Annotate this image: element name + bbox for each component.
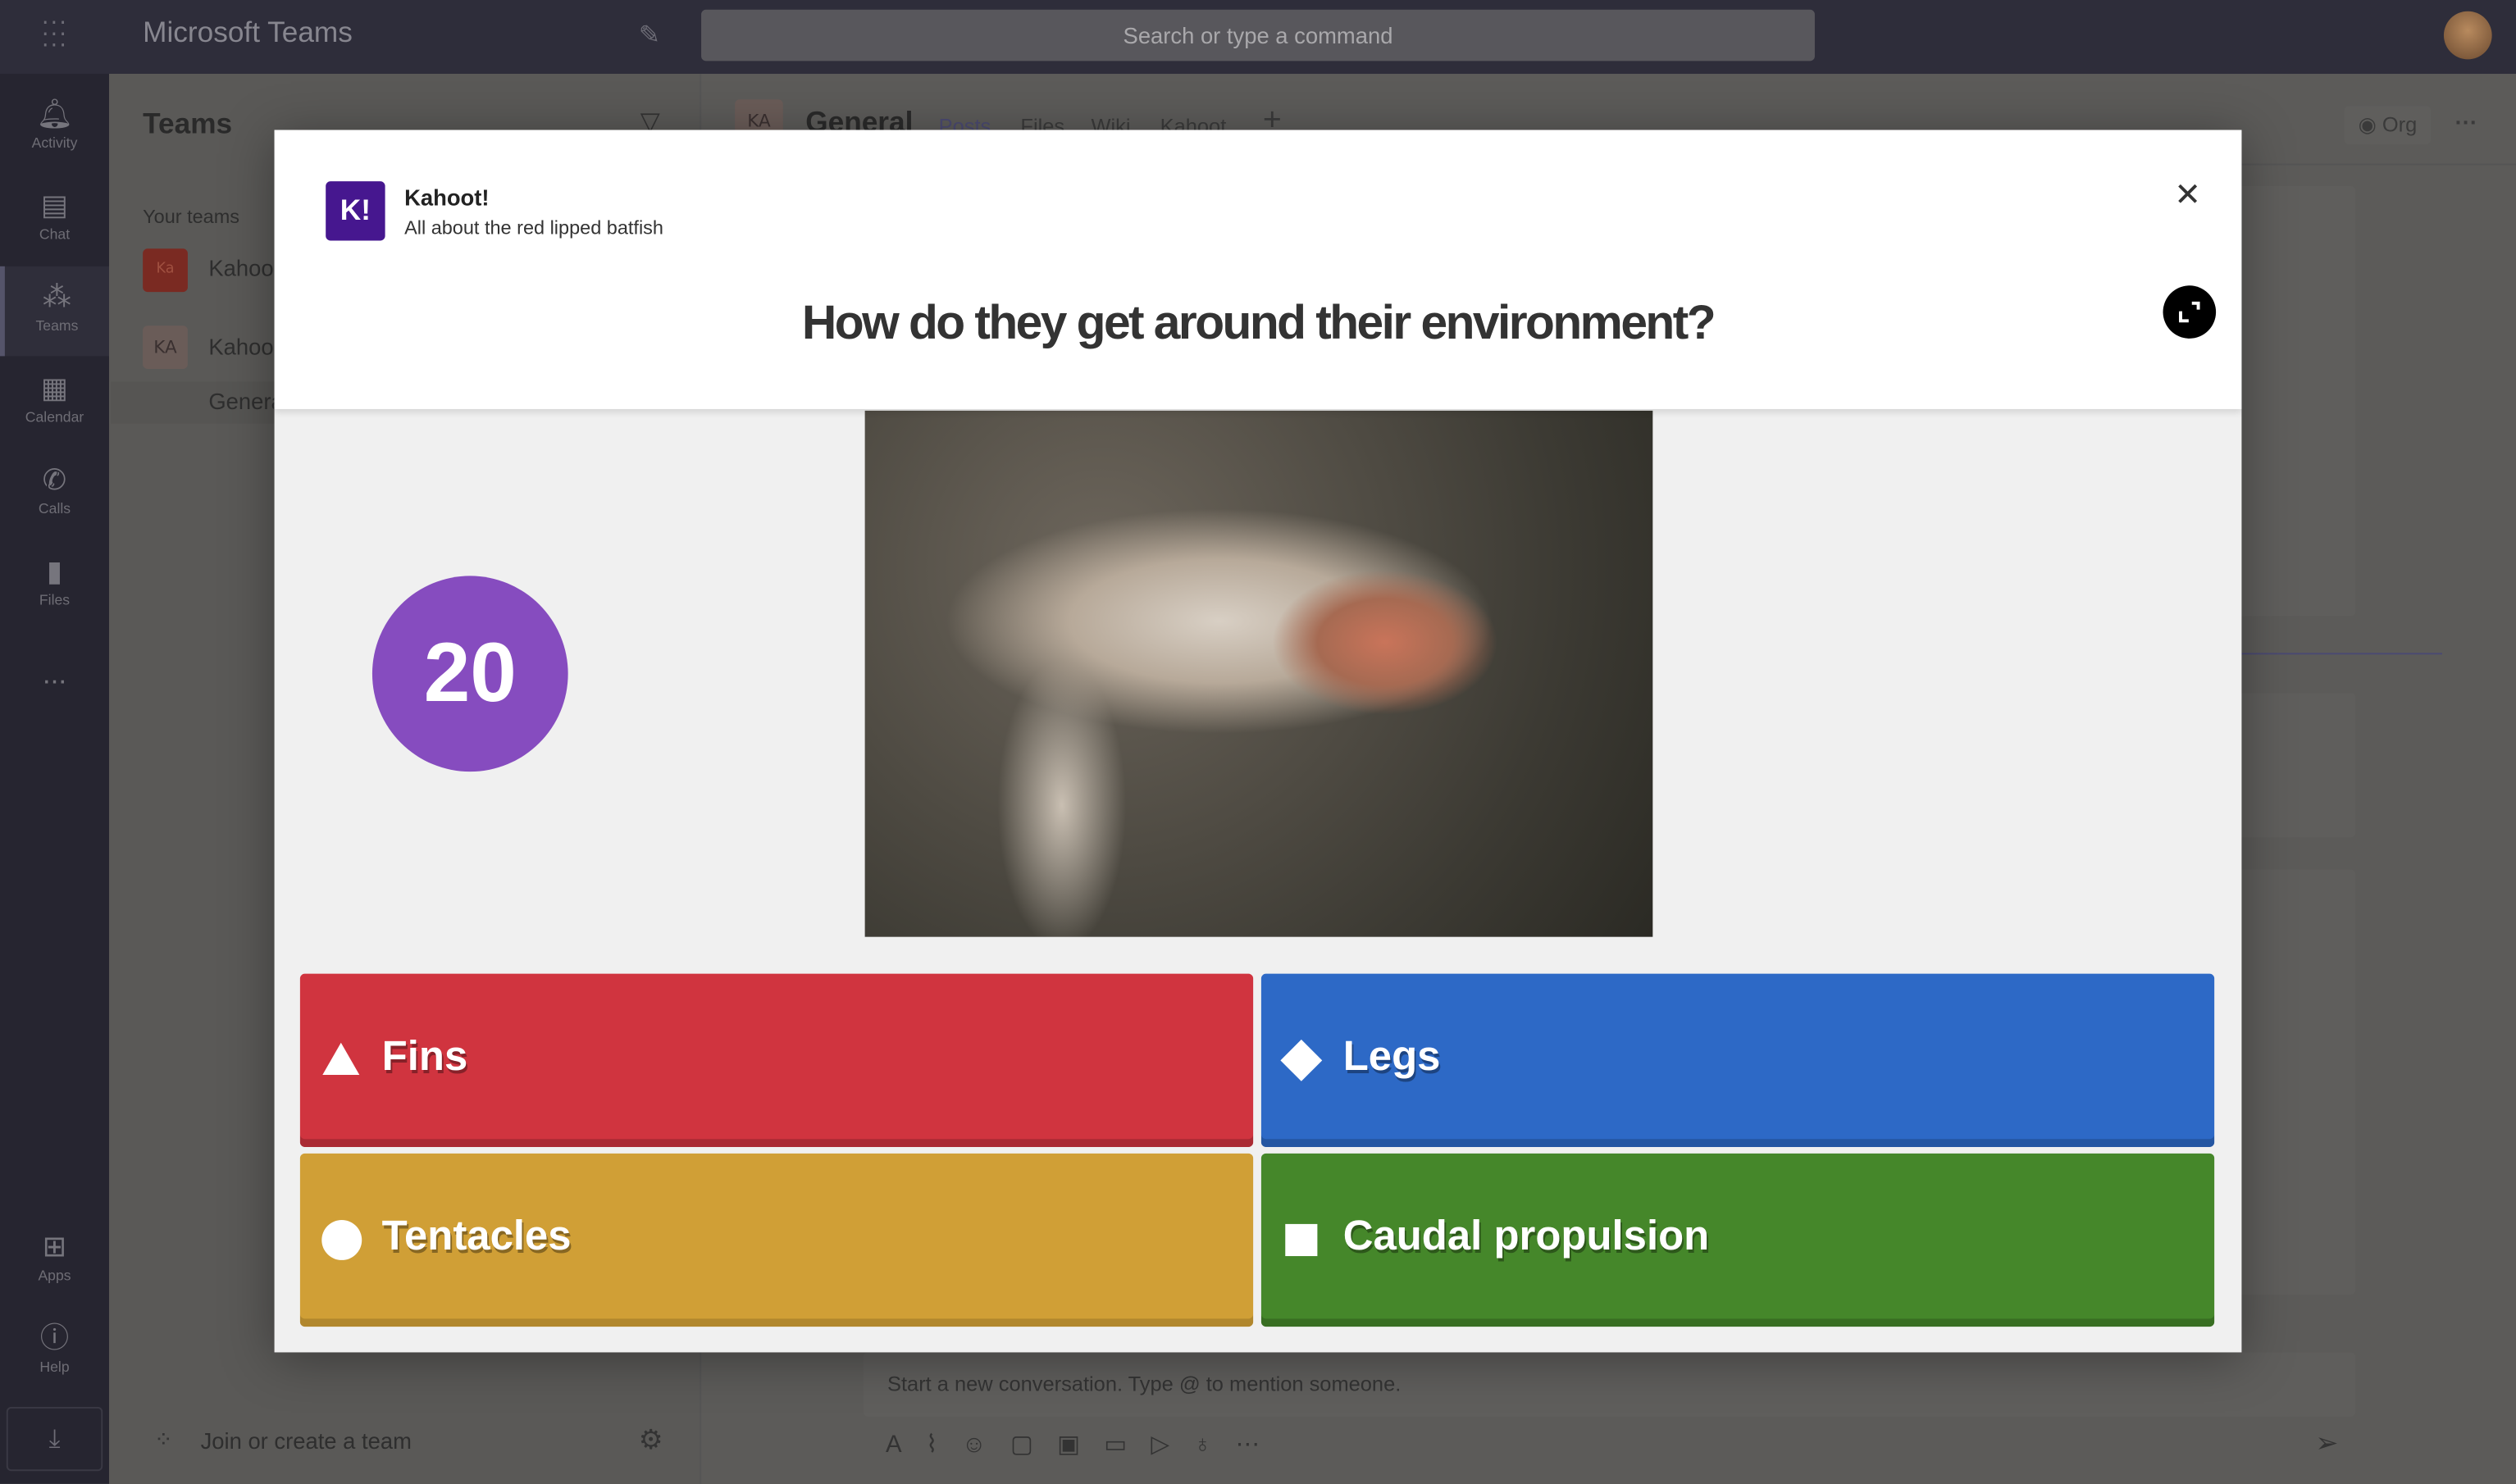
compose-icon[interactable]: ✎ — [639, 19, 660, 49]
org-button[interactable]: ◉ Org — [2344, 106, 2432, 145]
rail-apps[interactable]: ⊞ Apps — [0, 1216, 109, 1306]
rail-label: Activity — [31, 134, 78, 151]
rail-calendar[interactable]: ▦ Calendar — [0, 357, 109, 448]
dialog-header: K! Kahoot! All about the red lipped batf… — [274, 130, 2242, 409]
more-icon: ... — [42, 658, 67, 690]
new-messages-line — [2241, 653, 2442, 655]
team-item[interactable]: Kahoo — [208, 255, 273, 280]
sidebar-title: Teams — [143, 107, 233, 140]
emoji-icon[interactable]: ☺ — [962, 1431, 1010, 1458]
channel-item[interactable]: Genera — [208, 389, 283, 414]
rail-files[interactable]: ▮ Files — [0, 540, 109, 630]
compose-toolbar: A⌇☺▢▣▭▷♁⋯ — [886, 1429, 1283, 1458]
rail-chat[interactable]: ▤ Chat — [0, 175, 109, 265]
rail-label: Teams — [35, 317, 79, 334]
rail-teams[interactable]: ⁂ Teams — [0, 266, 110, 357]
kahoot-logo: K! — [326, 181, 385, 241]
more-icon[interactable]: ⋯ — [1236, 1431, 1284, 1458]
answer-label: Tentacles — [381, 1211, 572, 1259]
rail-label: Files — [39, 591, 71, 608]
answer-button-legs[interactable]: Legs — [1260, 973, 2215, 1147]
team-avatar: Ka — [143, 248, 188, 293]
app-launcher-icon[interactable]: ··· ··· ··· — [42, 13, 68, 58]
rail-label: Chat — [39, 225, 71, 243]
sticker-icon[interactable]: ▣ — [1057, 1431, 1104, 1458]
diamond-icon — [1280, 1039, 1323, 1081]
send-icon[interactable]: ➢ — [2315, 1427, 2338, 1459]
team-avatar: KA — [143, 325, 188, 370]
meet-icon[interactable]: ▭ — [1104, 1431, 1151, 1458]
apps-icon: ⊞ — [42, 1230, 67, 1263]
compose-input[interactable]: Start a new conversation. Type @ to ment… — [887, 1372, 1401, 1395]
rail-label: Calendar — [25, 408, 84, 426]
join-create-team[interactable]: Join or create a team — [201, 1427, 412, 1453]
download-icon[interactable]: ⤓ — [6, 1406, 103, 1472]
circle-icon — [321, 1220, 362, 1260]
attach-icon[interactable]: ⌇ — [926, 1431, 962, 1458]
answer-button-fins[interactable]: Fins — [299, 973, 1254, 1147]
answer-label: Legs — [1342, 1031, 1441, 1080]
rail-label: Help — [39, 1359, 70, 1375]
org-label: Org — [2382, 112, 2418, 137]
answer-label: Caudal propulsion — [1342, 1211, 1710, 1259]
answer-label: Fins — [381, 1031, 468, 1080]
question-image — [864, 410, 1653, 937]
teams-icon: ⁂ — [42, 280, 72, 313]
eye-icon: ◉ — [2358, 112, 2382, 137]
section-label: Your teams — [143, 205, 240, 228]
app-rail: 🔔︎ Activity ▤ Chat ⁂ Teams ▦ Calendar ✆ Calls… — [0, 74, 110, 1484]
teams-window: ··· ··· ··· Microsoft Teams ✎ Search or ty… — [0, 0, 2516, 1484]
triangle-icon — [322, 1042, 360, 1075]
app-name: Kahoot! — [404, 184, 490, 211]
rail-activity[interactable]: 🔔︎ Activity — [0, 84, 109, 174]
gear-icon[interactable]: ⚙ — [639, 1424, 663, 1456]
file-icon: ▮ — [46, 554, 63, 588]
answer-button-caudal-propulsion[interactable]: Caudal propulsion — [1260, 1153, 2215, 1327]
bell-icon: 🔔︎ — [36, 98, 73, 130]
question-text: How do they get around their environment… — [801, 296, 1716, 350]
app-title: Microsoft Teams — [143, 16, 353, 48]
rail-help[interactable]: ⓘ Help — [0, 1308, 109, 1398]
praise-icon[interactable]: ♁ — [1193, 1431, 1235, 1458]
calendar-icon: ▦ — [40, 371, 69, 405]
stream-icon[interactable]: ▷ — [1151, 1431, 1193, 1458]
more-options-icon[interactable]: ··· — [2455, 109, 2477, 134]
search-input[interactable]: Search or type a command — [701, 9, 1815, 61]
user-avatar[interactable] — [2443, 11, 2492, 60]
chat-icon: ▤ — [40, 189, 69, 222]
square-icon — [1285, 1223, 1318, 1257]
countdown-timer: 20 — [371, 576, 568, 772]
rail-calls[interactable]: ✆ Calls — [0, 449, 109, 539]
join-team-icon: ⁘ — [153, 1427, 173, 1454]
answer-button-tentacles[interactable]: Tentacles — [299, 1153, 1254, 1327]
rail-more[interactable]: ... — [0, 644, 109, 692]
phone-icon: ✆ — [42, 463, 67, 496]
gif-icon[interactable]: ▢ — [1010, 1431, 1057, 1458]
rail-label: Apps — [38, 1267, 71, 1284]
format-icon[interactable]: A — [886, 1431, 926, 1458]
quiz-subtitle: All about the red lipped batfish — [404, 216, 663, 239]
rail-label: Calls — [38, 500, 71, 517]
close-icon[interactable]: ✕ — [2174, 175, 2201, 213]
help-icon: ⓘ — [39, 1322, 70, 1354]
team-item[interactable]: Kahoo — [208, 334, 273, 359]
kahoot-dialog: K! Kahoot! All about the red lipped batf… — [274, 130, 2242, 1353]
